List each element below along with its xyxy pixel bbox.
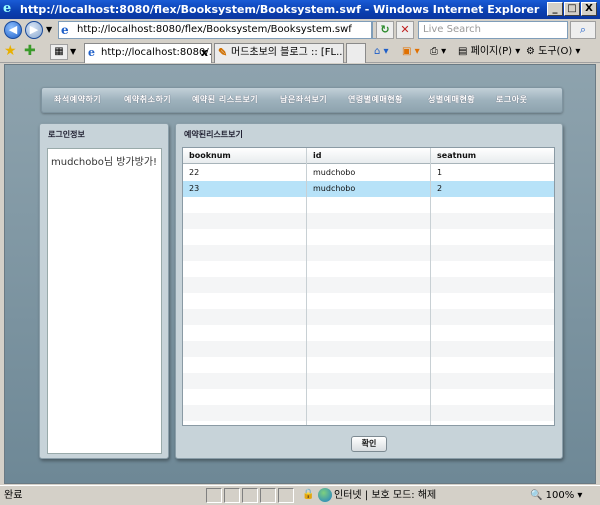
empty-table-row[interactable]: [183, 261, 554, 277]
column-divider: [306, 148, 307, 425]
tab-toolbar: ★ ✚ ▦ ▼ e http://localhost:8080/... x ✎ …: [0, 41, 600, 63]
tools-menu-label: 도구(O): [538, 46, 573, 57]
menu-remaining-seats[interactable]: 남은좌석보기: [280, 88, 327, 112]
tab-booksystem[interactable]: e http://localhost:8080/... x: [84, 43, 212, 63]
window-title: http://localhost:8080/flex/Booksystem/Bo…: [20, 3, 540, 16]
window-controls: _ □ X: [547, 2, 597, 16]
ok-button[interactable]: 확인: [351, 436, 387, 452]
zoom-value: 100%: [545, 490, 575, 501]
table-row[interactable]: 22 mudchobo 1: [183, 165, 554, 181]
flex-app-area: 좌석예약하기 예약취소하기 예약된 리스트보기 남은좌석보기 연령별예매현황 성…: [4, 64, 596, 484]
empty-table-row[interactable]: [183, 373, 554, 389]
search-input[interactable]: Live Search: [418, 21, 568, 39]
table-row[interactable]: 23 mudchobo 2: [183, 181, 554, 197]
column-divider: [430, 148, 431, 425]
protected-mode-icon[interactable]: 🔒: [302, 489, 314, 500]
close-button[interactable]: X: [581, 2, 597, 16]
search-button[interactable]: ⌕: [570, 21, 596, 39]
address-toolbar: ◀ ▶ ▼ e http://localhost:8080/flex/Books…: [0, 19, 600, 41]
column-header-id[interactable]: id: [307, 148, 321, 164]
tab-label: 머드초보의 블로그 :: [FL...: [231, 47, 344, 58]
panel-title: 로그인정보: [48, 130, 85, 139]
page-icon: e: [61, 23, 69, 37]
panel-title: 예약된리스트보기: [184, 130, 243, 139]
empty-table-row[interactable]: [183, 213, 554, 229]
tab-blog[interactable]: ✎ 머드초보의 블로그 :: [FL...: [214, 43, 344, 63]
new-tab-button[interactable]: [346, 43, 366, 63]
history-dropdown-icon[interactable]: ▼: [46, 25, 52, 34]
favorites-star-icon[interactable]: ★: [4, 44, 17, 58]
table-cell-id: mudchobo: [313, 184, 356, 193]
page-menu-label: 페이지(P): [470, 46, 513, 57]
grid-header: booknum id seatnum: [183, 148, 554, 164]
empty-table-row[interactable]: [183, 389, 554, 405]
menu-reserve-seat[interactable]: 좌석예약하기: [54, 88, 101, 112]
menu-cancel-reservation[interactable]: 예약취소하기: [124, 88, 171, 112]
reservation-data-grid[interactable]: booknum id seatnum 22 mudchobo 1 23 mudchobo…: [182, 147, 555, 426]
zoom-level[interactable]: 🔍 100% ▾: [530, 489, 582, 503]
table-cell-booknum: 23: [189, 184, 200, 193]
empty-table-row[interactable]: [183, 309, 554, 325]
table-cell-booknum: 22: [189, 168, 200, 177]
forward-button[interactable]: ▶: [25, 21, 43, 39]
refresh-button[interactable]: ↻: [376, 21, 394, 39]
tab-label: http://localhost:8080/...: [101, 47, 212, 58]
table-cell-seatnum: 2: [437, 184, 443, 193]
feeds-icon[interactable]: ▣ ▾: [402, 44, 420, 60]
home-icon[interactable]: ⌂ ▾: [374, 44, 389, 60]
stop-button[interactable]: ✕: [396, 21, 414, 39]
empty-table-row[interactable]: [183, 197, 554, 213]
tab-list-dropdown-icon[interactable]: ▼: [70, 44, 80, 60]
quick-tabs-button[interactable]: ▦: [50, 44, 68, 60]
menu-gender-stats[interactable]: 성별예매현황: [428, 88, 475, 112]
security-zone[interactable]: 인터넷 | 보호 모드: 해제: [334, 489, 436, 503]
app-menu-bar: 좌석예약하기 예약취소하기 예약된 리스트보기 남은좌석보기 연령별예매현황 성…: [41, 87, 563, 113]
tab-close-icon[interactable]: x: [201, 44, 208, 62]
back-button[interactable]: ◀: [4, 21, 22, 39]
address-input[interactable]: e http://localhost:8080/flex/Booksystem/…: [58, 21, 372, 39]
reservation-list-panel: 예약된리스트보기 booknum id seatnum 22 mudchobo 1 2…: [175, 123, 563, 459]
print-icon[interactable]: ⎙ ▾: [430, 44, 446, 60]
empty-table-row[interactable]: [183, 405, 554, 421]
menu-logout[interactable]: 로그아웃: [496, 88, 527, 112]
login-info-panel: 로그인정보 mudchobo님 방가방가!: [39, 123, 169, 459]
column-header-booknum[interactable]: booknum: [183, 148, 231, 164]
status-bar: 완료 🔒 인터넷 | 보호 모드: 해제 🔍 100% ▾: [0, 485, 600, 505]
page-icon: e: [88, 46, 95, 59]
table-cell-seatnum: 1: [437, 168, 443, 177]
add-favorites-icon[interactable]: ✚: [24, 44, 36, 58]
status-text: 완료: [4, 490, 23, 501]
status-segment: [206, 488, 222, 503]
login-info-body: mudchobo님 방가방가!: [47, 148, 162, 454]
login-message: mudchobo님 방가방가!: [51, 157, 158, 168]
menu-reservation-list[interactable]: 예약된 리스트보기: [192, 88, 258, 112]
page-menu[interactable]: ▤ 페이지(P) ▾: [458, 44, 520, 60]
empty-table-row[interactable]: [183, 293, 554, 309]
empty-table-row[interactable]: [183, 325, 554, 341]
maximize-button[interactable]: □: [564, 2, 580, 16]
tools-menu[interactable]: ⚙ 도구(O) ▾: [526, 44, 580, 60]
status-segment: [260, 488, 276, 503]
search-icon: ⌕: [579, 23, 587, 36]
ie-logo-icon: e: [3, 1, 12, 16]
minimize-button[interactable]: _: [547, 2, 563, 16]
empty-table-row[interactable]: [183, 229, 554, 245]
empty-table-row[interactable]: [183, 245, 554, 261]
window-title-bar: e http://localhost:8080/flex/Booksystem/…: [0, 0, 600, 19]
menu-age-stats[interactable]: 연령별예매현황: [348, 88, 403, 112]
empty-table-row[interactable]: [183, 277, 554, 293]
internet-zone-icon: [318, 488, 332, 502]
empty-table-row[interactable]: [183, 341, 554, 357]
status-segment: [224, 488, 240, 503]
address-url: http://localhost:8080/flex/Booksystem/Bo…: [77, 24, 352, 35]
table-cell-id: mudchobo: [313, 168, 356, 177]
column-header-seatnum[interactable]: seatnum: [431, 148, 476, 164]
status-segment: [278, 488, 294, 503]
blog-icon: ✎: [218, 46, 228, 59]
empty-table-row[interactable]: [183, 357, 554, 373]
status-segment: [242, 488, 258, 503]
